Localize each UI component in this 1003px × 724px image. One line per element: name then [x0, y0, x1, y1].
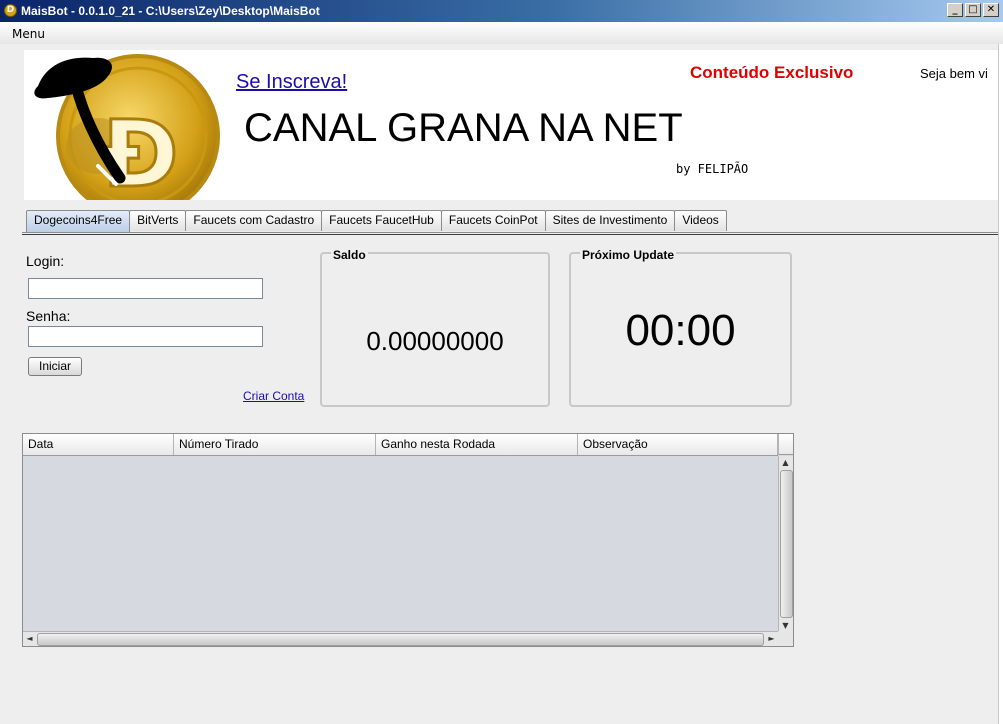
tab-videos[interactable]: Videos	[674, 210, 727, 231]
column-header-numero-tirado[interactable]: Número Tirado	[174, 434, 376, 455]
dogecoin-logo-icon: Đ	[34, 54, 220, 200]
table-header: Data Número Tirado Ganho nesta Rodada Ob…	[23, 434, 778, 456]
welcome-text: Seja bem vi	[920, 66, 988, 81]
scrollbar-corner	[778, 631, 793, 646]
vertical-scroll-thumb[interactable]	[780, 470, 793, 618]
close-button[interactable]: ✕	[983, 3, 999, 17]
tab-dogecoins4free[interactable]: Dogecoins4Free	[26, 210, 131, 232]
next-update-panel-title: Próximo Update	[580, 248, 677, 262]
menu-bar: Menu	[0, 22, 1003, 44]
column-header-observacao[interactable]: Observação	[578, 434, 778, 455]
main-tabs: Dogecoins4Free BitVerts Faucets com Cada…	[26, 210, 727, 232]
channel-title: CANAL GRANA NA NET	[244, 106, 683, 150]
balance-value: 0.00000000	[366, 326, 504, 356]
horizontal-scrollbar[interactable]: ◄ ►	[23, 631, 778, 646]
column-header-data[interactable]: Data	[23, 434, 174, 455]
vertical-scrollbar[interactable]: ▲ ▼	[778, 456, 793, 632]
dogecoin-app-icon: D	[4, 4, 17, 17]
password-label: Senha:	[26, 308, 71, 324]
password-input[interactable]	[28, 326, 263, 347]
author-byline: by FELIPÃO	[676, 162, 749, 176]
horizontal-scroll-thumb[interactable]	[37, 633, 764, 646]
tab-divider	[22, 232, 1003, 233]
next-update-timer: 00:00	[625, 306, 736, 355]
svg-text:Đ: Đ	[101, 101, 178, 200]
tab-divider-dark	[22, 234, 1003, 235]
header-banner: Đ Se Inscreva! CANAL GRANA NA NET by FEL…	[24, 50, 1003, 200]
exclusive-content-label: Conteúdo Exclusivo	[690, 63, 854, 82]
start-button[interactable]: Iniciar	[28, 357, 83, 376]
tab-faucets-com-cadastro[interactable]: Faucets com Cadastro	[185, 210, 323, 231]
table-header-corner	[778, 434, 793, 455]
arrow-up-icon[interactable]: ▲	[779, 456, 792, 469]
arrow-left-icon[interactable]: ◄	[23, 632, 36, 645]
subscribe-link[interactable]: Se Inscreva!	[236, 71, 347, 94]
tab-bitverts[interactable]: BitVerts	[129, 210, 187, 231]
arrow-right-icon[interactable]: ►	[765, 632, 778, 645]
window-title: MaisBot - 0.0.1.0_21 - C:\Users\Zey\Desk…	[21, 4, 320, 18]
minimize-button[interactable]: _	[947, 3, 963, 17]
balance-panel-title: Saldo	[331, 248, 368, 262]
maximize-button[interactable]: □	[965, 3, 981, 17]
balance-panel: Saldo 0.00000000	[320, 248, 550, 407]
tab-faucets-coinpot[interactable]: Faucets CoinPot	[440, 210, 546, 231]
window-titlebar[interactable]: D MaisBot - 0.0.1.0_21 - C:\Users\Zey\De…	[0, 0, 1003, 22]
login-input[interactable]	[28, 278, 263, 299]
results-table[interactable]: Data Número Tirado Ganho nesta Rodada Ob…	[22, 433, 794, 647]
window-right-edge	[998, 44, 1003, 724]
create-account-link[interactable]: Criar Conta	[243, 389, 304, 403]
next-update-panel: Próximo Update 00:00	[569, 248, 792, 407]
menu-item-menu[interactable]: Menu	[12, 27, 45, 41]
column-header-ganho-nesta-rodada[interactable]: Ganho nesta Rodada	[376, 434, 578, 455]
tab-sites-de-investimento[interactable]: Sites de Investimento	[544, 210, 676, 231]
login-label: Login:	[26, 253, 65, 269]
tab-faucets-faucethub[interactable]: Faucets FaucetHub	[321, 210, 442, 231]
